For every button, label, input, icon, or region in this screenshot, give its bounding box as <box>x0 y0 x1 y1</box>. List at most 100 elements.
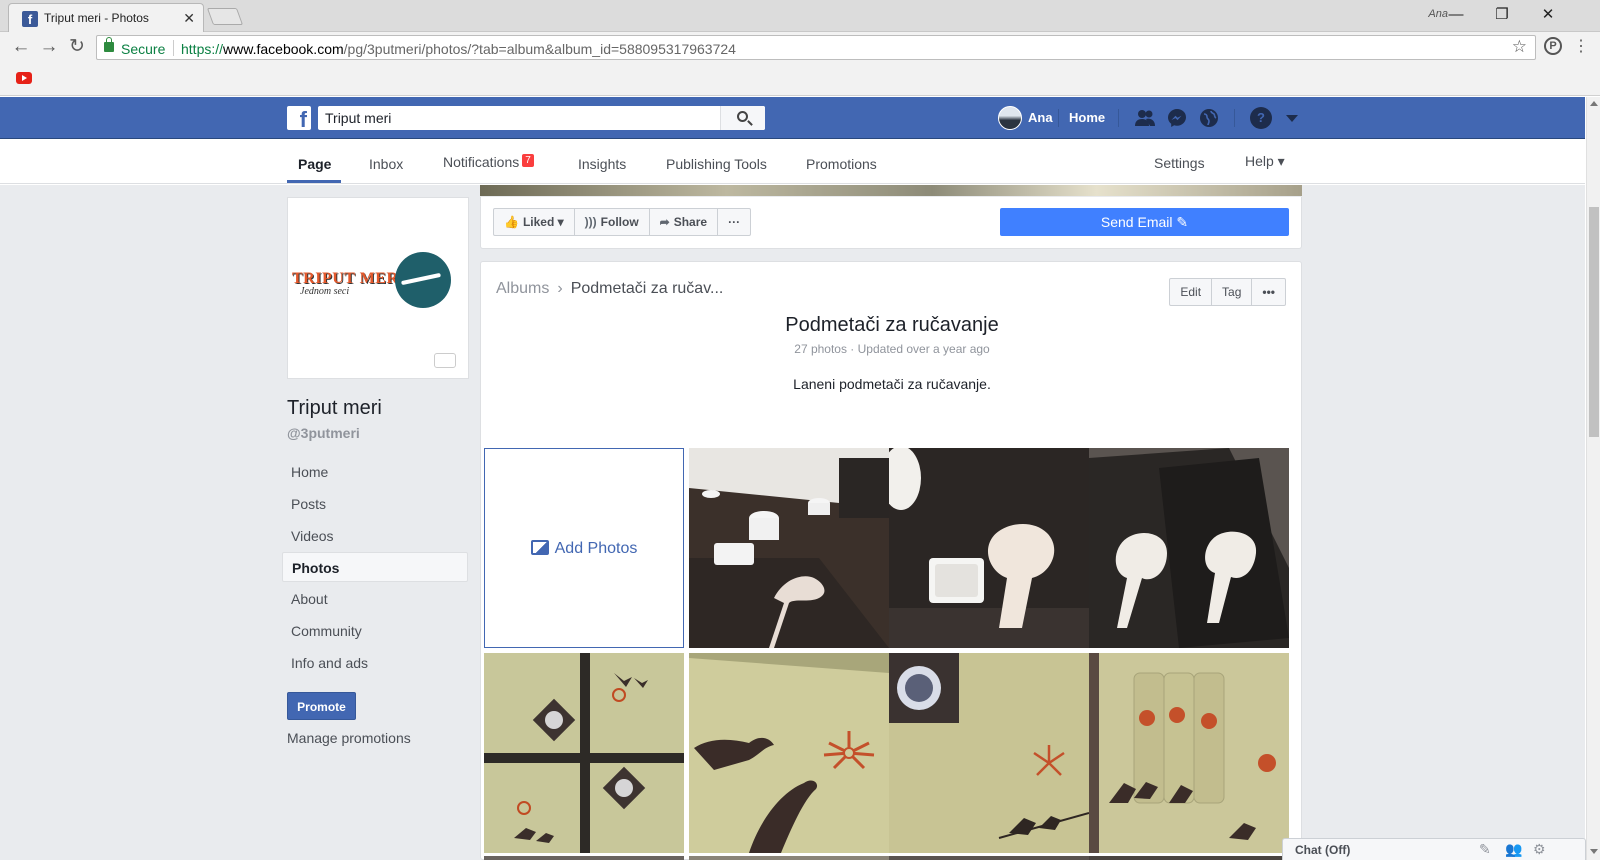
minimize-button[interactable]: — <box>1436 4 1476 26</box>
page-action-bar: 👍 Liked ▾ ))) Follow ➦ Share ··· Send Email… <box>480 197 1302 249</box>
album-photo-tile[interactable] <box>484 856 684 860</box>
avatar[interactable] <box>998 106 1022 130</box>
tab-page[interactable]: Page <box>298 156 331 172</box>
sidebar-item-posts[interactable]: Posts <box>282 489 468 519</box>
new-tab-button[interactable] <box>206 8 244 25</box>
tab-settings[interactable]: Settings <box>1154 155 1205 171</box>
group-chat-icon[interactable]: 👥 <box>1505 841 1522 858</box>
tab-close-icon[interactable]: ✕ <box>183 10 195 27</box>
search-input[interactable]: Triput meri <box>318 106 765 130</box>
breadcrumb-albums-link[interactable]: Albums <box>496 280 549 297</box>
cover-photo[interactable] <box>480 185 1302 196</box>
tab-title: Triput meri - Photos <box>44 11 149 25</box>
scroll-up-arrow-icon[interactable] <box>1590 101 1598 106</box>
active-tab-indicator <box>287 180 341 183</box>
tab-notifications[interactable]: Notifications 7 <box>443 154 534 170</box>
chat-bar[interactable]: Chat (Off) ✎ 👥 ⚙ <box>1282 838 1586 860</box>
chat-settings-gear-icon[interactable]: ⚙ <box>1533 841 1546 858</box>
send-email-button[interactable]: Send Email ✎ <box>1000 208 1289 236</box>
album-photo-tile[interactable] <box>889 653 1089 853</box>
sidebar-item-videos[interactable]: Videos <box>282 521 468 551</box>
facebook-top-bar: f Triput meri Ana Home ? <box>0 97 1585 139</box>
browser-menu-icon[interactable]: ⋮ <box>1570 36 1592 58</box>
share-button[interactable]: ➦ Share <box>650 209 719 235</box>
tab-help[interactable]: Help ▾ <box>1245 153 1285 170</box>
restore-button[interactable]: ❐ <box>1482 4 1522 26</box>
page-title[interactable]: Triput meri <box>287 397 382 420</box>
profile-link[interactable]: Ana <box>1028 110 1053 125</box>
search-button[interactable] <box>720 106 765 130</box>
tab-promotions[interactable]: Promotions <box>806 156 877 172</box>
help-icon[interactable]: ? <box>1250 107 1272 129</box>
tag-button[interactable]: Tag <box>1212 279 1253 305</box>
facebook-favicon-icon: f <box>22 11 38 27</box>
album-photo-tile[interactable] <box>689 856 889 860</box>
facebook-logo-icon[interactable]: f <box>287 106 311 130</box>
chat-status-label: Chat (Off) <box>1295 843 1351 857</box>
add-photo-icon <box>530 540 549 555</box>
camera-icon[interactable] <box>434 353 456 368</box>
album-photo-tile[interactable] <box>889 856 1089 860</box>
album-photo-tile[interactable] <box>1089 856 1289 860</box>
reload-button[interactable]: ↻ <box>66 36 88 58</box>
scroll-down-arrow-icon[interactable] <box>1590 849 1598 854</box>
sidebar-item-community[interactable]: Community <box>282 616 468 646</box>
more-actions-button[interactable]: ··· <box>718 209 750 235</box>
notification-count-badge: 7 <box>522 154 534 167</box>
profile-picture[interactable]: TRIPUT MERI Jednom seci <box>287 197 469 379</box>
page-username[interactable]: @3putmeri <box>287 425 360 441</box>
follow-button[interactable]: ))) Follow <box>575 209 650 235</box>
search-icon <box>737 111 748 122</box>
rss-icon: ))) <box>584 215 597 229</box>
album-photo-tile[interactable] <box>689 653 889 853</box>
thumbs-up-icon: 👍 <box>504 215 519 229</box>
album-photo-tile[interactable] <box>1089 653 1289 853</box>
album-photo-tile[interactable] <box>1089 448 1289 648</box>
manage-promotions-link[interactable]: Manage promotions <box>287 730 411 746</box>
account-menu-caret-icon[interactable] <box>1286 115 1298 122</box>
search-value: Triput meri <box>325 110 392 126</box>
sidebar-item-home[interactable]: Home <box>282 457 468 487</box>
album-more-button[interactable]: ••• <box>1252 279 1285 305</box>
page-scrollbar[interactable] <box>1586 97 1600 860</box>
messenger-icon[interactable] <box>1166 107 1188 129</box>
friend-requests-icon[interactable] <box>1134 107 1156 129</box>
new-message-icon[interactable]: ✎ <box>1479 841 1491 858</box>
divider <box>1058 109 1059 127</box>
add-photos-label-wrap: Add Photos <box>485 540 683 558</box>
logo-tagline: Jednom seci <box>300 286 350 297</box>
tab-notifications-label: Notifications <box>443 154 520 170</box>
album-photo-tile[interactable] <box>484 653 684 853</box>
page-tabs: Page Inbox Notifications 7 Insights Publi… <box>0 140 1585 184</box>
promote-button[interactable]: Promote <box>287 692 356 720</box>
album-description: Laneni podmetači za ručavanje. <box>793 376 991 392</box>
back-button[interactable]: ← <box>10 36 32 58</box>
breadcrumb-current: Podmetači za ručav... <box>570 280 724 297</box>
bookmark-star-icon[interactable]: ☆ <box>1512 37 1527 57</box>
window-close-button[interactable]: ✕ <box>1528 4 1568 26</box>
album-photo-tile[interactable] <box>889 448 1089 648</box>
notifications-globe-icon[interactable] <box>1198 107 1220 129</box>
edit-album-button[interactable]: Edit <box>1170 279 1213 305</box>
album-photo-tile[interactable] <box>689 448 889 648</box>
add-photos-button[interactable]: Add Photos <box>484 448 684 648</box>
scrollbar-thumb[interactable] <box>1589 207 1599 437</box>
url-path: /pg/3putmeri/photos/?tab=album&album_id=… <box>343 41 736 57</box>
tab-publishing-tools[interactable]: Publishing Tools <box>666 156 767 172</box>
home-link[interactable]: Home <box>1069 110 1105 125</box>
url-text[interactable]: https://www.facebook.com/pg/3putmeri/pho… <box>181 41 736 57</box>
browser-tab[interactable]: f Triput meri - Photos ✕ <box>8 3 204 32</box>
secure-label: Secure <box>121 41 166 57</box>
liked-button[interactable]: 👍 Liked ▾ <box>494 209 575 235</box>
pinterest-extension-icon[interactable]: P <box>1544 37 1562 55</box>
tab-inbox[interactable]: Inbox <box>369 156 403 172</box>
divider <box>1234 109 1235 127</box>
sidebar-item-about[interactable]: About <box>282 584 468 614</box>
youtube-bookmark-icon[interactable] <box>16 72 32 84</box>
tab-insights[interactable]: Insights <box>578 156 626 172</box>
forward-button[interactable]: → <box>38 36 60 58</box>
browser-tab-strip: f Triput meri - Photos ✕ Ana — ❐ ✕ <box>0 0 1600 32</box>
sidebar-item-info-and-ads[interactable]: Info and ads <box>282 648 468 678</box>
sidebar-item-photos[interactable]: Photos <box>282 552 468 582</box>
address-bar[interactable]: Secure https://www.facebook.com/pg/3putm… <box>96 35 1536 60</box>
